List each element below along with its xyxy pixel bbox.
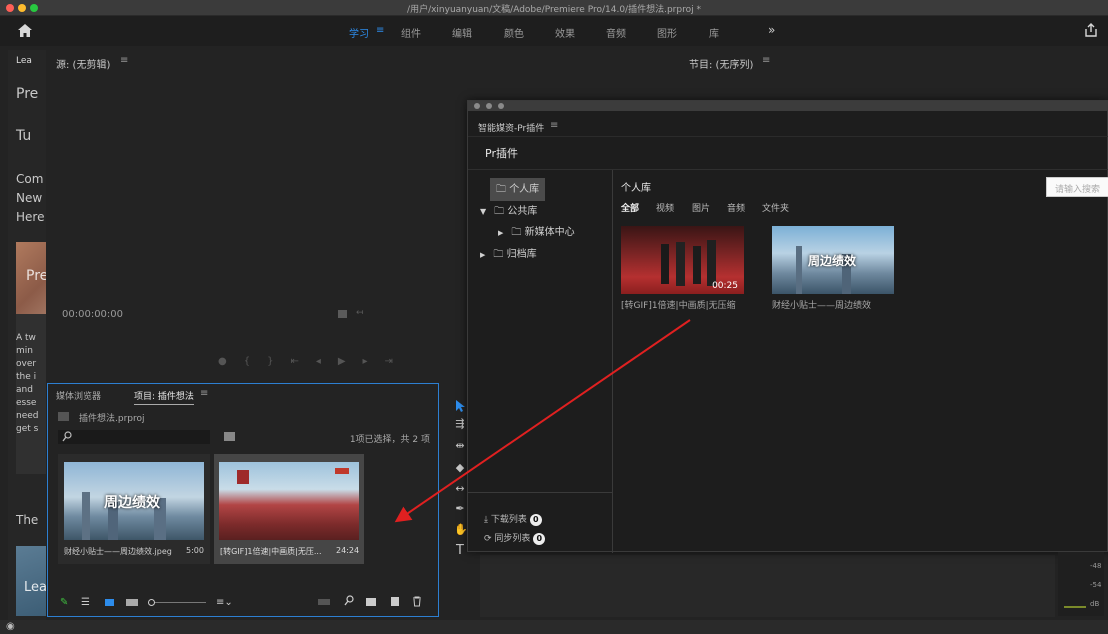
drag-arrow-annotation <box>394 319 691 523</box>
